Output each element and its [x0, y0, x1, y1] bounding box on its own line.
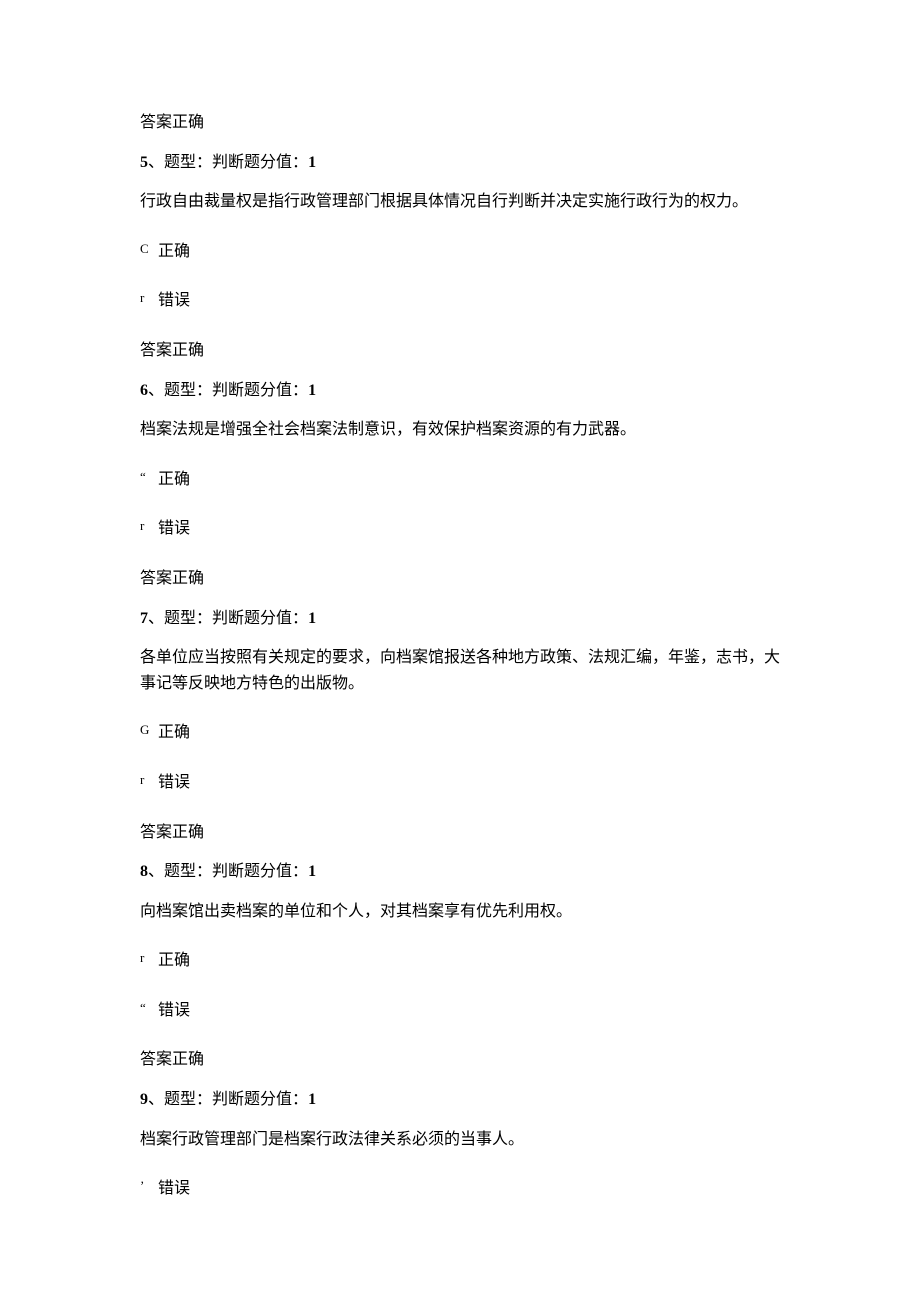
- option-marker: “: [140, 467, 158, 488]
- score-value: 1: [308, 863, 316, 880]
- option-marker: “: [140, 998, 158, 1019]
- option: “错误: [140, 998, 780, 1024]
- option-marker: C: [140, 239, 158, 260]
- option: C正确: [140, 239, 780, 265]
- score-label: 分值：: [260, 154, 308, 171]
- option: r错误: [140, 288, 780, 314]
- question-number: 8: [140, 863, 148, 880]
- option-marker: r: [140, 516, 158, 537]
- type-label: 题型：: [164, 154, 212, 171]
- score-value: 1: [308, 154, 316, 171]
- type-value: 判断题: [212, 382, 260, 399]
- question-header: 6、题型：判断题分值：1: [140, 378, 780, 404]
- type-value: 判断题: [212, 1091, 260, 1108]
- question-header: 5、题型：判断题分值：1: [140, 150, 780, 176]
- score-label: 分值：: [260, 610, 308, 627]
- question-text: 行政自由裁量权是指行政管理部门根据具体情况自行判断并决定实施行政行为的权力。: [140, 189, 780, 215]
- option-text: 正确: [158, 243, 190, 260]
- question-number: 9: [140, 1091, 148, 1108]
- option-text: 错误: [158, 1002, 190, 1019]
- document-body: 答案正确5、题型：判断题分值：1行政自由裁量权是指行政管理部门根据具体情况自行判…: [140, 110, 780, 1202]
- option-marker: G: [140, 720, 158, 741]
- question-header: 9、题型：判断题分值：1: [140, 1087, 780, 1113]
- option: r错误: [140, 770, 780, 796]
- question-header: 8、题型：判断题分值：1: [140, 859, 780, 885]
- answer-result: 答案正确: [140, 566, 780, 592]
- option: G正确: [140, 720, 780, 746]
- separator: 、: [148, 154, 164, 171]
- score-label: 分值：: [260, 382, 308, 399]
- option-marker: r: [140, 948, 158, 969]
- type-label: 题型：: [164, 382, 212, 399]
- option-text: 错误: [158, 292, 190, 309]
- answer-result: 答案正确: [140, 1047, 780, 1073]
- question-text: 档案法规是增强全社会档案法制意识，有效保护档案资源的有力武器。: [140, 417, 780, 443]
- separator: 、: [148, 610, 164, 627]
- option-text: 错误: [158, 1180, 190, 1197]
- score-value: 1: [308, 610, 316, 627]
- option-text: 正确: [158, 471, 190, 488]
- option: ’错误: [140, 1176, 780, 1202]
- option-text: 正确: [158, 724, 190, 741]
- option-text: 错误: [158, 774, 190, 791]
- separator: 、: [148, 1091, 164, 1108]
- type-value: 判断题: [212, 610, 260, 627]
- separator: 、: [148, 863, 164, 880]
- score-label: 分值：: [260, 863, 308, 880]
- question-text: 各单位应当按照有关规定的要求，向档案馆报送各种地方政策、法规汇编，年鉴，志书，大…: [140, 645, 780, 696]
- answer-result: 答案正确: [140, 110, 780, 136]
- question-header: 7、题型：判断题分值：1: [140, 606, 780, 632]
- option: “正确: [140, 467, 780, 493]
- type-value: 判断题: [212, 154, 260, 171]
- type-value: 判断题: [212, 863, 260, 880]
- option-text: 正确: [158, 952, 190, 969]
- question-number: 7: [140, 610, 148, 627]
- type-label: 题型：: [164, 863, 212, 880]
- option: r正确: [140, 948, 780, 974]
- answer-result: 答案正确: [140, 820, 780, 846]
- option-marker: ’: [140, 1176, 158, 1197]
- option-text: 错误: [158, 520, 190, 537]
- type-label: 题型：: [164, 1091, 212, 1108]
- type-label: 题型：: [164, 610, 212, 627]
- option-marker: r: [140, 770, 158, 791]
- question-text: 档案行政管理部门是档案行政法律关系必须的当事人。: [140, 1127, 780, 1153]
- question-text: 向档案馆出卖档案的单位和个人，对其档案享有优先利用权。: [140, 899, 780, 925]
- option-marker: r: [140, 288, 158, 309]
- answer-result: 答案正确: [140, 338, 780, 364]
- option: r错误: [140, 516, 780, 542]
- score-label: 分值：: [260, 1091, 308, 1108]
- question-number: 6: [140, 382, 148, 399]
- question-number: 5: [140, 154, 148, 171]
- score-value: 1: [308, 1091, 316, 1108]
- score-value: 1: [308, 382, 316, 399]
- separator: 、: [148, 382, 164, 399]
